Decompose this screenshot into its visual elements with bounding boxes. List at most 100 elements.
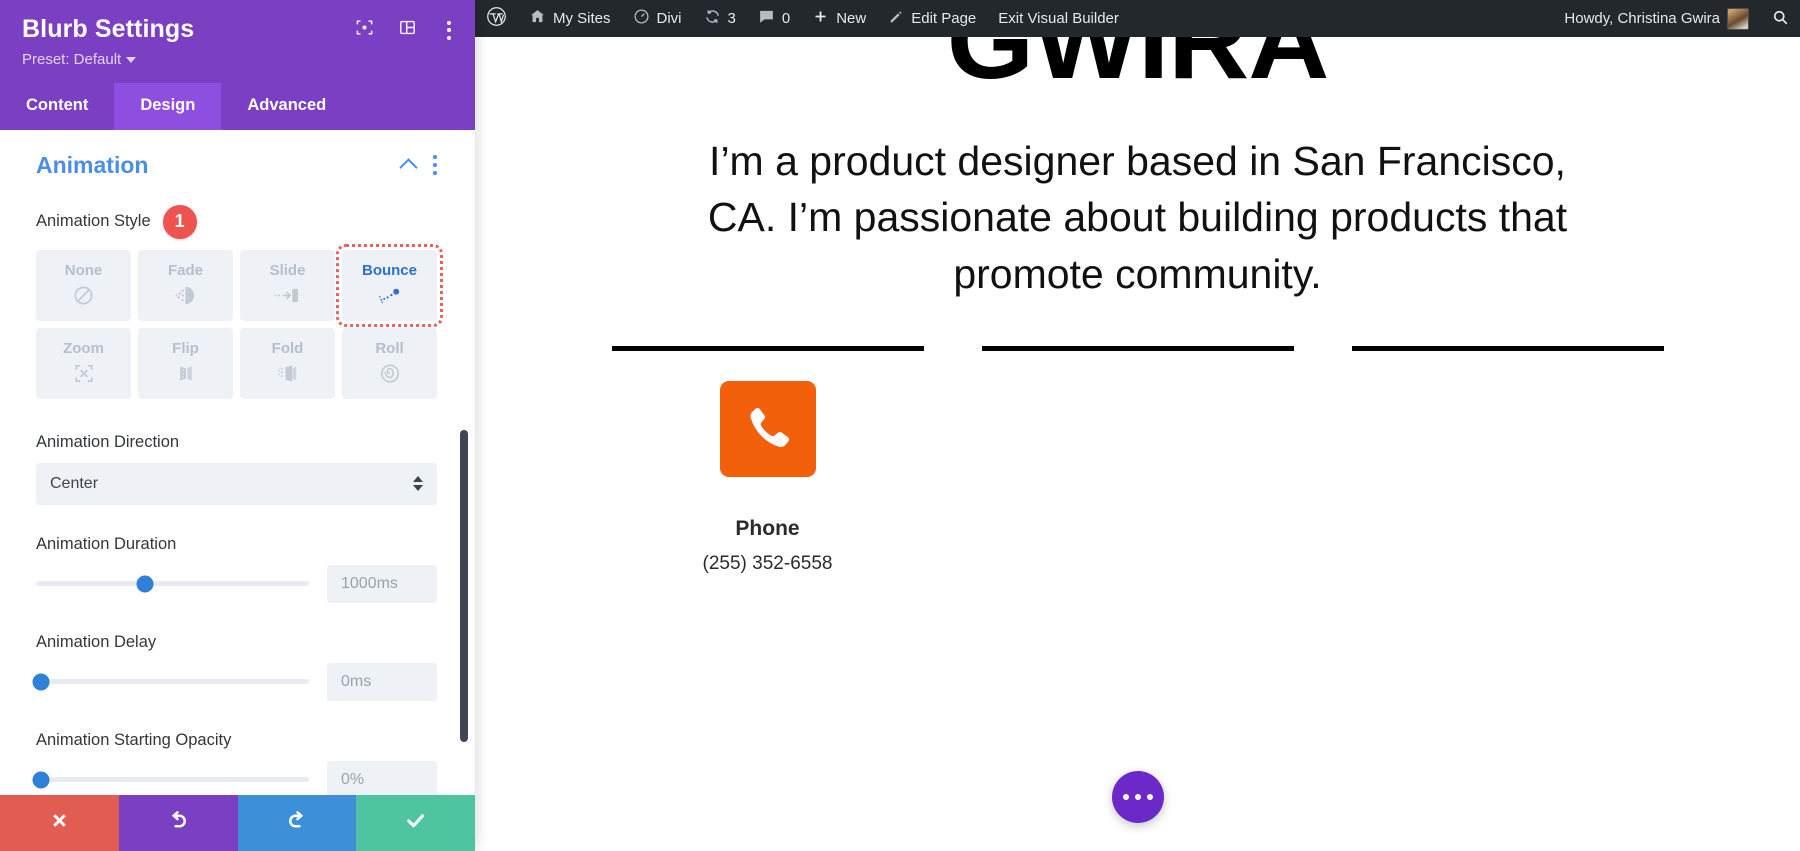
animation-style-grid: None Fade Slide Bounce Zoom Flip Fold Ro… <box>36 243 443 399</box>
animation-option-fold[interactable]: Fold <box>240 327 335 399</box>
animation-direction-label: Animation Direction <box>36 432 180 451</box>
animation-option-slide[interactable]: Slide <box>240 249 335 321</box>
slider-knob[interactable] <box>136 575 154 592</box>
avatar <box>1727 7 1749 30</box>
animation-option-bounce[interactable]: Bounce <box>336 243 443 327</box>
adminbar-item-my-sites[interactable]: My Sites <box>518 0 622 37</box>
animation-delay-label: Animation Delay <box>36 632 157 651</box>
blurb-card-phone[interactable]: Phone (255) 352-6558 <box>612 380 924 575</box>
select-value: Center <box>50 474 99 492</box>
adminbar-label: 0 <box>781 10 791 27</box>
adminbar-item-new[interactable]: New <box>801 0 877 37</box>
blurb-row: Phone (255) 352-6558 <box>475 380 1800 575</box>
chevron-down-icon <box>126 57 137 63</box>
preset-label: Preset: Default <box>22 50 122 68</box>
panel-scrollbar[interactable] <box>460 429 468 742</box>
tab-design[interactable]: Design <box>114 82 222 130</box>
ellipsis-icon <box>1122 794 1153 800</box>
save-button[interactable] <box>356 795 475 851</box>
preset-selector[interactable]: Preset: Default <box>22 50 137 68</box>
animation-delay-slider[interactable] <box>32 673 309 690</box>
cancel-button[interactable] <box>0 795 119 851</box>
fold-icon <box>275 360 300 386</box>
undo-button[interactable] <box>118 795 238 851</box>
animation-option-flip[interactable]: Flip <box>138 327 233 399</box>
updates-refresh-icon <box>704 8 721 29</box>
roll-spiral-icon <box>378 360 402 386</box>
animation-starting-opacity-value[interactable]: 0% <box>327 760 437 795</box>
page-settings-fab[interactable] <box>1111 771 1164 823</box>
blurb-card-placeholder-3 <box>1352 381 1664 575</box>
adminbar-label: Edit Page <box>911 10 977 27</box>
page-canvas: GWIRA I’m a product designer based in Sa… <box>475 37 1800 851</box>
animation-section-header: Animation <box>36 152 437 179</box>
option-label: Fade <box>167 262 203 279</box>
panel-tabs: Content Design Advanced <box>0 82 475 130</box>
adminbar-item-comments[interactable]: 0 <box>747 0 801 37</box>
animation-option-fade[interactable]: Fade <box>138 249 233 321</box>
tab-advanced[interactable]: Advanced <box>221 83 352 130</box>
divider-line <box>981 345 1294 351</box>
kebab-menu-icon[interactable] <box>441 19 457 42</box>
slider-knob[interactable] <box>32 673 50 690</box>
animation-style-label: Animation Style <box>36 212 151 230</box>
adminbar-item-updates[interactable]: 3 <box>693 0 747 37</box>
adminbar-item-wordpress[interactable] <box>475 0 518 37</box>
animation-direction-field: Animation Direction Center <box>36 433 437 505</box>
adminbar-item-howdy[interactable]: Howdy, Christina Gwira <box>1553 0 1760 37</box>
adminbar-label: New <box>836 10 867 27</box>
adminbar-item-exit-visual-builder[interactable]: Exit Visual Builder <box>987 0 1130 37</box>
adminbar-label: Exit Visual Builder <box>998 10 1119 27</box>
adminbar-item-edit-page[interactable]: Edit Page <box>877 0 987 37</box>
undo-arrow-icon <box>167 809 190 837</box>
animation-starting-opacity-field: Animation Starting Opacity 0% <box>32 731 437 795</box>
panel-body: Animation Animation Style 1 None Fade Sl… <box>0 129 475 795</box>
chevron-up-icon[interactable] <box>398 157 418 177</box>
blurb-title: Phone <box>735 516 800 540</box>
adminbar-label: 3 <box>727 10 736 27</box>
redo-button[interactable] <box>237 795 357 851</box>
search-icon <box>1771 8 1789 30</box>
blurb-card-placeholder-2 <box>982 381 1294 575</box>
layout-columns-icon[interactable] <box>398 18 417 42</box>
animation-option-none[interactable]: None <box>36 249 131 321</box>
kebab-menu-icon[interactable] <box>432 154 437 176</box>
focus-target-icon[interactable] <box>355 18 374 42</box>
animation-starting-opacity-slider[interactable] <box>32 771 309 788</box>
adminbar-label: Divi <box>656 10 682 27</box>
phone-handset-icon <box>719 380 816 477</box>
option-label: Flip <box>172 340 199 357</box>
option-label: Roll <box>375 340 404 357</box>
animation-style-label-row: Animation Style 1 <box>36 204 437 239</box>
option-label: Zoom <box>63 340 104 357</box>
slide-icon <box>274 282 301 308</box>
select-spinner-icon <box>413 476 423 491</box>
plus-icon <box>812 8 829 29</box>
adminbar-item-divi[interactable]: Divi <box>622 0 693 37</box>
tab-content[interactable]: Content <box>0 83 114 130</box>
slider-knob[interactable] <box>32 771 50 788</box>
adminbar-label: My Sites <box>553 10 611 27</box>
site-logo-word: GWIRA <box>946 37 1330 101</box>
animation-option-zoom[interactable]: Zoom <box>36 327 131 399</box>
wp-admin-bar: My Sites Divi 3 0 New Edit Page Exit Vis… <box>475 0 1800 37</box>
animation-duration-label: Animation Duration <box>36 534 177 553</box>
howdy-label: Howdy, Christina Gwira <box>1564 10 1720 27</box>
zoom-expand-icon <box>72 360 96 386</box>
intro-paragraph: I’m a product designer based in San Fran… <box>707 138 1568 297</box>
option-label: Fold <box>271 340 304 357</box>
animation-delay-value[interactable]: 0ms <box>327 662 437 701</box>
divider-line <box>611 345 924 351</box>
flip-icon <box>174 360 198 386</box>
animation-direction-select[interactable]: Center <box>36 462 437 505</box>
no-entry-icon <box>72 282 95 308</box>
module-settings-panel: Blurb Settings Preset: Default Content D… <box>0 0 475 851</box>
animation-option-roll[interactable]: Roll <box>342 327 437 399</box>
step-badge: 1 <box>162 204 197 239</box>
animation-duration-value[interactable]: 1000ms <box>327 564 437 603</box>
animation-duration-slider[interactable] <box>36 575 309 592</box>
bounce-icon <box>376 282 403 308</box>
divi-speedometer-icon <box>633 8 650 29</box>
blurb-text: (255) 352-6558 <box>702 552 833 574</box>
adminbar-item-search[interactable] <box>1760 0 1800 37</box>
